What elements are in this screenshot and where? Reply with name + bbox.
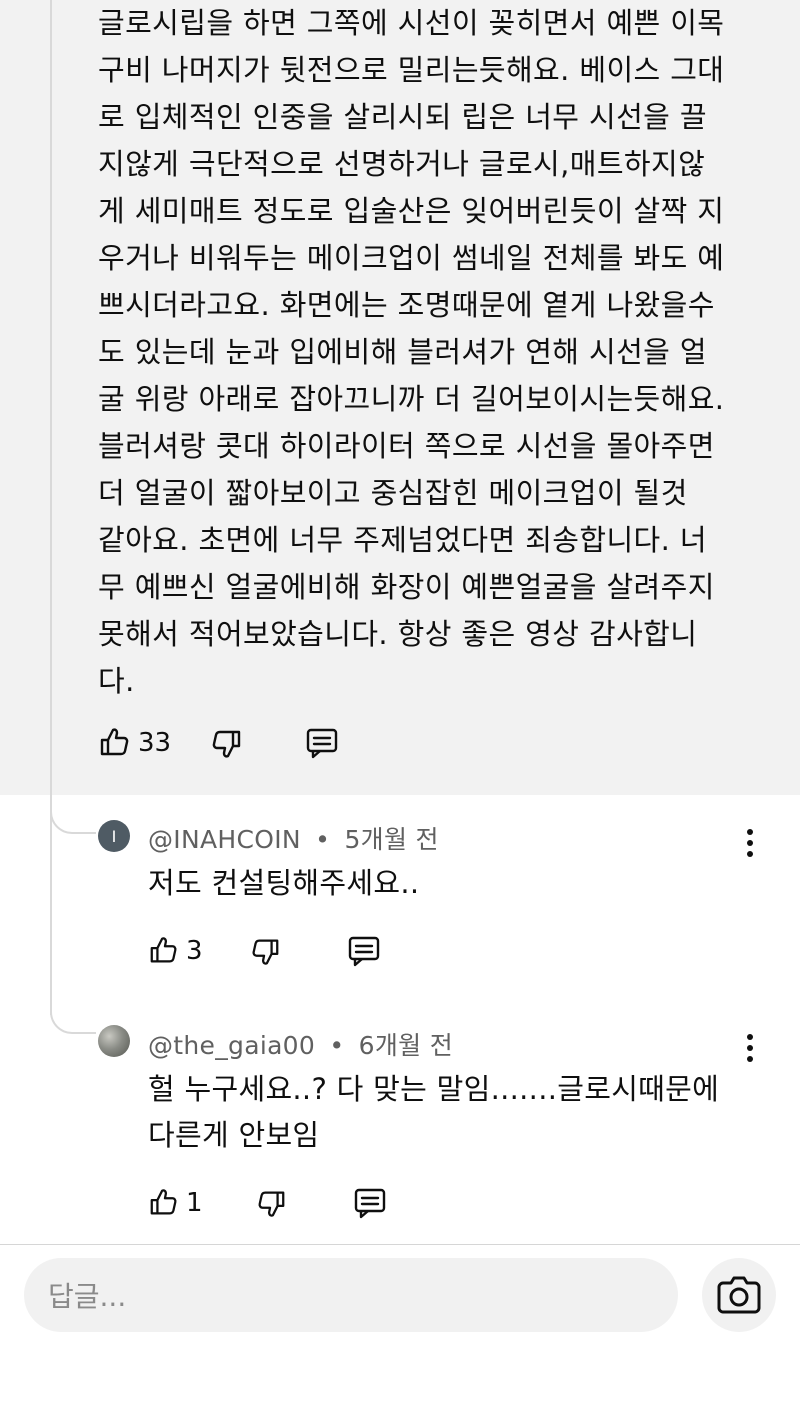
reply-button[interactable] bbox=[347, 934, 381, 968]
author-name[interactable]: @the_gaia00 bbox=[148, 1031, 315, 1060]
like-button[interactable]: 3 bbox=[148, 935, 203, 967]
avatar[interactable] bbox=[98, 1025, 130, 1057]
thumbs-up-icon bbox=[148, 935, 180, 967]
comment-text: 글로시립을 하면 그쪽에 시선이 꽂히면서 예쁜 이목 구비 나머지가 뒷전으로… bbox=[98, 6, 725, 698]
dislike-button[interactable] bbox=[249, 935, 281, 967]
reply-text: 헐 누구세요..? 다 맞는 말임.......글로시때문에 다른게 안보임 bbox=[148, 1072, 720, 1152]
more-dot bbox=[747, 1045, 753, 1051]
avatar-letter: I bbox=[111, 826, 117, 846]
comment-icon bbox=[347, 934, 381, 968]
reply-actions: 3 bbox=[148, 934, 381, 968]
more-options-button[interactable] bbox=[738, 1028, 762, 1068]
more-vertical-icon bbox=[747, 829, 753, 835]
more-dot bbox=[747, 840, 753, 846]
more-options-button[interactable] bbox=[738, 823, 762, 863]
dislike-button[interactable] bbox=[209, 726, 243, 760]
divider bbox=[0, 1244, 800, 1245]
avatar[interactable]: I bbox=[98, 820, 130, 852]
thumbs-down-icon bbox=[255, 1187, 287, 1219]
camera-button[interactable] bbox=[702, 1258, 776, 1332]
thumbs-down-icon bbox=[209, 726, 243, 760]
comment-actions: 33 bbox=[98, 726, 339, 760]
thread-line bbox=[50, 0, 52, 1015]
main-comment: 글로시립을 하면 그쪽에 시선이 꽂히면서 예쁜 이목 구비 나머지가 뒷전으로… bbox=[0, 0, 800, 795]
like-button[interactable]: 1 bbox=[148, 1187, 203, 1219]
reply-meta: @the_gaia00 • 6개월 전 bbox=[148, 1026, 453, 1062]
like-count: 33 bbox=[138, 728, 172, 758]
reply-placeholder: 답글... bbox=[48, 1280, 127, 1313]
thumbs-down-icon bbox=[249, 935, 281, 967]
dislike-button[interactable] bbox=[255, 1187, 287, 1219]
more-dot bbox=[747, 1056, 753, 1062]
reply-input[interactable]: 답글... bbox=[24, 1258, 678, 1332]
author-name[interactable]: @INAHCOIN bbox=[148, 825, 301, 854]
more-vertical-icon bbox=[747, 1034, 753, 1040]
reply-meta: @INAHCOIN • 5개월 전 bbox=[148, 820, 439, 856]
thread-connector bbox=[50, 1000, 96, 1034]
like-count: 1 bbox=[186, 1188, 203, 1218]
like-button[interactable]: 33 bbox=[98, 726, 171, 760]
thread-connector bbox=[50, 800, 96, 834]
like-count: 3 bbox=[186, 936, 203, 966]
thumbs-up-icon bbox=[98, 726, 132, 760]
reply-actions: 1 bbox=[148, 1186, 387, 1220]
meta-separator: • bbox=[315, 825, 331, 854]
comment-icon bbox=[353, 1186, 387, 1220]
reply-text: 저도 컨설팅해주세요.. bbox=[148, 866, 420, 900]
more-dot bbox=[747, 851, 753, 857]
reply-time: 6개월 전 bbox=[358, 1031, 454, 1060]
reply-time: 5개월 전 bbox=[344, 825, 439, 854]
meta-separator: • bbox=[329, 1031, 345, 1060]
reply-button[interactable] bbox=[353, 1186, 387, 1220]
thumbs-up-icon bbox=[148, 1187, 180, 1219]
camera-icon bbox=[717, 1276, 761, 1314]
comment-icon bbox=[305, 726, 339, 760]
reply-button[interactable] bbox=[305, 726, 339, 760]
